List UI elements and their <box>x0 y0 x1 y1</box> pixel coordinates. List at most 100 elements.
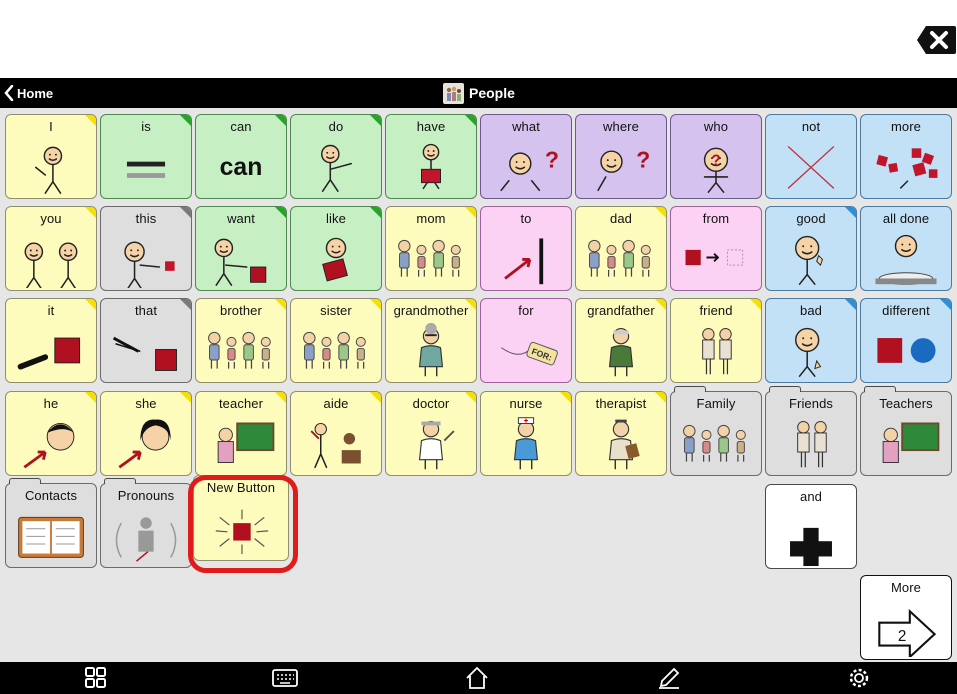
word-button-friend[interactable]: friend <box>670 298 762 383</box>
word-button-where[interactable]: where ? <box>575 114 667 199</box>
word-button-grandfather[interactable]: grandfather <box>575 298 667 383</box>
word-button-teacher[interactable]: teacher <box>195 391 287 476</box>
word-button-like[interactable]: like <box>290 206 382 291</box>
word-button-do[interactable]: do <box>290 114 382 199</box>
more-arrow-icon: 2 <box>861 596 951 657</box>
folder-tab <box>104 478 136 484</box>
word-button-new-button[interactable]: New Button <box>193 475 289 561</box>
pencil-edit-icon[interactable] <box>656 666 682 690</box>
more-squares-icon <box>861 135 951 196</box>
button-label: mom <box>416 211 446 226</box>
bottom-toolbar <box>0 662 957 694</box>
button-label: Pronouns <box>117 488 175 503</box>
folder-button-contacts[interactable]: Contacts <box>5 483 97 568</box>
home-back-link[interactable]: Home <box>4 83 53 103</box>
word-button-for[interactable]: for FOR: <box>480 298 572 383</box>
button-label: aide <box>323 396 349 411</box>
folder-tab <box>864 386 896 392</box>
word-button-bad[interactable]: bad <box>765 298 857 383</box>
word-button-different[interactable]: different <box>860 298 952 383</box>
folder-button-family[interactable]: Family <box>670 391 762 476</box>
button-label: from <box>702 211 730 226</box>
word-button-want[interactable]: want <box>195 206 287 291</box>
word-button-it[interactable]: it <box>5 298 97 383</box>
word-button-not[interactable]: not <box>765 114 857 199</box>
word-button-what[interactable]: what ? <box>480 114 572 199</box>
like-hugging-icon <box>291 227 381 288</box>
folder-button-pronouns[interactable]: Pronouns <box>100 483 192 568</box>
button-label: grandmother <box>393 303 469 318</box>
word-button-he[interactable]: he <box>5 391 97 476</box>
who-question-icon: ? <box>671 135 761 196</box>
word-button-have[interactable]: have <box>385 114 477 199</box>
clear-message-button[interactable] <box>916 24 956 56</box>
word-button-that[interactable]: that <box>100 298 192 383</box>
friend-icon <box>671 319 761 380</box>
word-button-sister[interactable]: sister <box>290 298 382 383</box>
word-button-is[interactable]: is <box>100 114 192 199</box>
button-label: you <box>40 211 62 226</box>
page-title: People <box>443 82 515 104</box>
family-sister-icon <box>291 319 381 380</box>
svg-text:?: ? <box>711 153 720 170</box>
family-dad-icon <box>576 227 666 288</box>
button-label: that <box>134 303 158 318</box>
word-button-from[interactable]: from <box>670 206 762 291</box>
folder-tab <box>769 386 801 392</box>
word-button-therapist[interactable]: therapist <box>575 391 667 476</box>
button-label: more <box>890 119 922 134</box>
keyboard-icon[interactable] <box>272 666 298 690</box>
apps-grid-icon[interactable] <box>82 666 108 690</box>
folder-tab <box>674 386 706 392</box>
teacher-icon <box>196 412 286 473</box>
word-button-and[interactable]: and <box>765 484 857 569</box>
contacts-book-icon <box>6 504 96 565</box>
home-icon[interactable] <box>464 666 490 690</box>
button-label: nurse <box>509 396 543 411</box>
svg-text:can: can <box>220 154 263 181</box>
word-button-nurse[interactable]: nurse <box>480 391 572 476</box>
word-button-all-done[interactable]: all done <box>860 206 952 291</box>
folder-button-teachers[interactable]: Teachers <box>860 391 952 476</box>
word-button-to[interactable]: to <box>480 206 572 291</box>
me-pointing-icon <box>6 135 96 196</box>
word-button-brother[interactable]: brother <box>195 298 287 383</box>
word-button-more[interactable]: more <box>860 114 952 199</box>
do-action-icon <box>291 135 381 196</box>
message-bar[interactable] <box>0 0 957 78</box>
button-label: who <box>703 119 729 134</box>
thumbs-down-icon <box>766 319 856 380</box>
title-bar: Home People <box>0 78 957 108</box>
chevron-left-icon <box>4 85 14 101</box>
that-pointing-icon <box>101 319 191 380</box>
button-label: he <box>43 396 59 411</box>
folder-button-friends[interactable]: Friends <box>765 391 857 476</box>
button-label: doctor <box>412 396 450 411</box>
button-label: New Button <box>206 480 276 495</box>
word-button-more[interactable]: More 2 <box>860 575 952 660</box>
word-button-doctor[interactable]: doctor <box>385 391 477 476</box>
word-button-mom[interactable]: mom <box>385 206 477 291</box>
word-button-aide[interactable]: aide <box>290 391 382 476</box>
different-shapes-icon <box>861 319 951 380</box>
settings-gear-icon[interactable] <box>846 666 872 690</box>
page-title-text: People <box>469 85 515 101</box>
friends-folder-icon <box>766 412 856 473</box>
word-button-who[interactable]: who ? <box>670 114 762 199</box>
button-label: therapist <box>595 396 647 411</box>
button-label: I <box>49 119 53 134</box>
word-button-she[interactable]: she <box>100 391 192 476</box>
she-girl-icon <box>101 412 191 473</box>
word-button-grandmother[interactable]: grandmother <box>385 298 477 383</box>
word-button-can[interactable]: can can <box>195 114 287 199</box>
word-button-you[interactable]: you <box>5 206 97 291</box>
word-button-i[interactable]: I <box>5 114 97 199</box>
svg-text:?: ? <box>545 146 559 172</box>
button-label: good <box>796 211 826 226</box>
svg-text:?: ? <box>636 146 650 172</box>
word-button-good[interactable]: good <box>765 206 857 291</box>
pronouns-icon <box>101 504 191 565</box>
word-button-dad[interactable]: dad <box>575 206 667 291</box>
word-button-this[interactable]: this <box>100 206 192 291</box>
button-label: do <box>328 119 344 134</box>
